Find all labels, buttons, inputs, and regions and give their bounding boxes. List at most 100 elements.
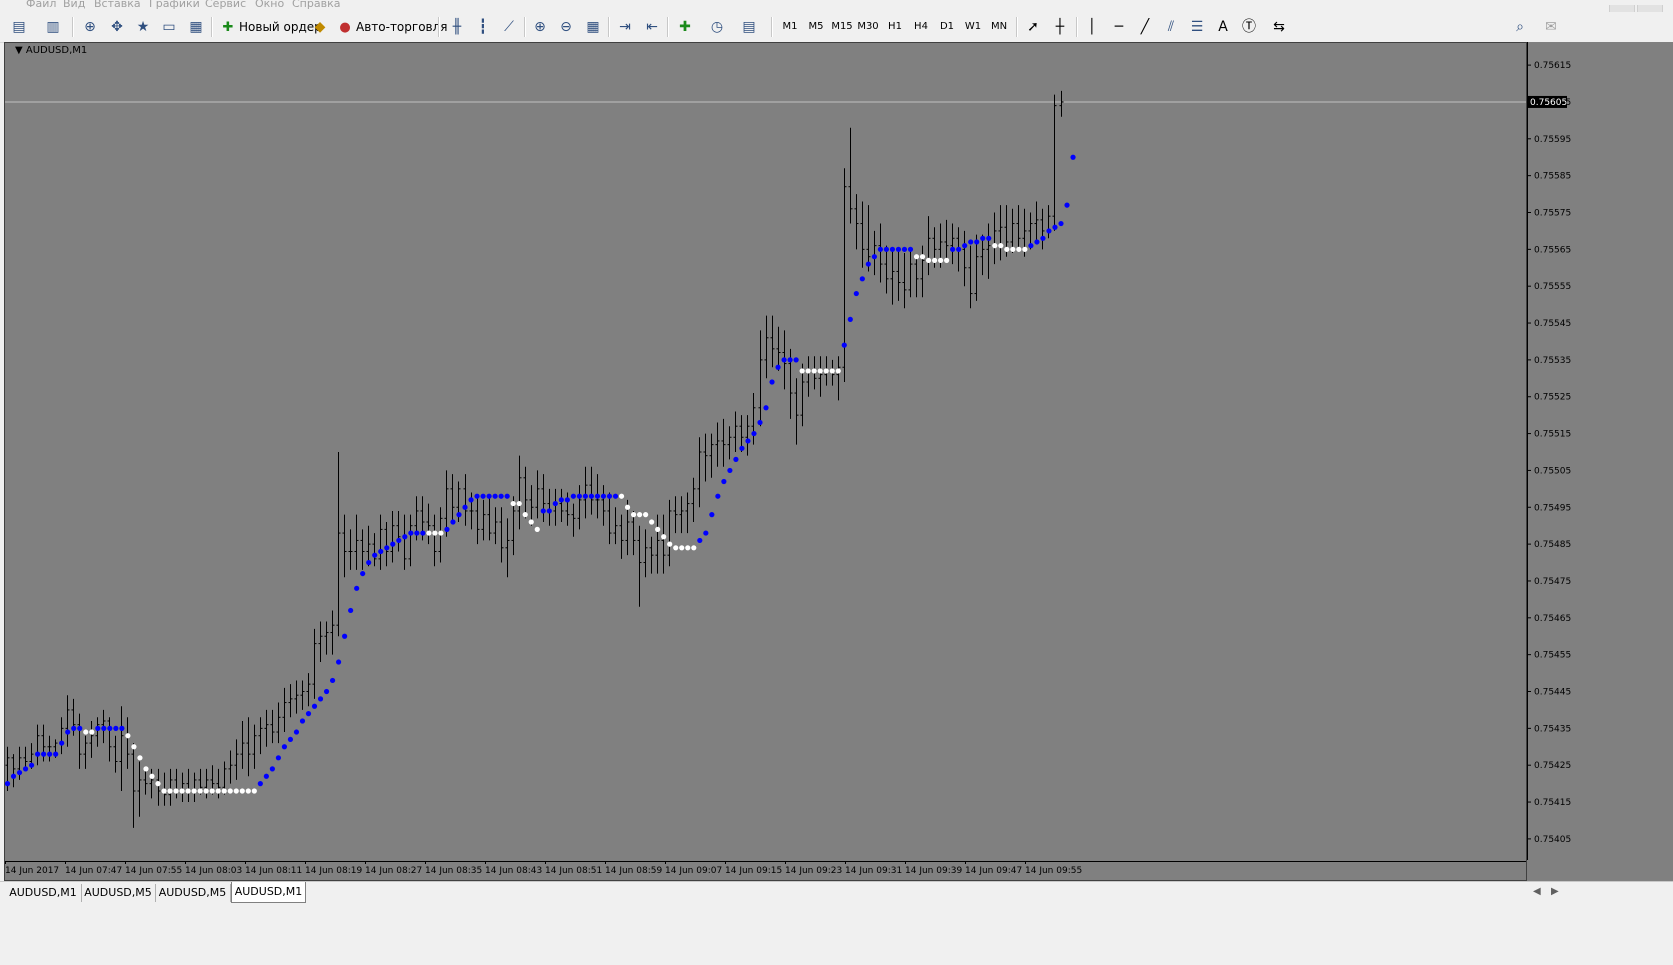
ohlc-bar <box>59 717 64 755</box>
indicator-dot-up <box>612 493 619 499</box>
market-watch-icon[interactable]: ⊕ <box>79 16 101 38</box>
indicator-dot-up <box>962 243 968 249</box>
indicator-dot-up <box>65 729 71 735</box>
indicator-dot-up <box>113 725 119 731</box>
tab-audusd-m5-2[interactable]: AUDUSD,M5 <box>155 884 231 902</box>
indicator-dot-up <box>769 379 775 385</box>
zoom-in-icon[interactable]: ⊕ <box>529 16 551 38</box>
indicator-dot-up <box>751 430 757 437</box>
terminal-icon[interactable]: ▭ <box>158 16 180 38</box>
indicator-dot-down <box>618 493 625 499</box>
timeframe-h4[interactable]: H4 <box>910 17 932 37</box>
price-tick-label: 0.75485 <box>1534 540 1571 550</box>
search-icon[interactable]: ⌕ <box>1509 16 1531 38</box>
ohlc-bar <box>1034 201 1039 242</box>
indicator-dot-down <box>438 530 444 536</box>
price-tick-label: 0.75575 <box>1534 208 1571 218</box>
tab-scroll-right-icon[interactable]: ▶ <box>1551 886 1559 897</box>
ohlc-bar <box>842 168 847 382</box>
fibonacci-icon[interactable]: ☰ <box>1186 16 1208 38</box>
candlestick-icon[interactable]: ┇ <box>472 16 494 38</box>
strategy-tester-icon[interactable]: ▦ <box>185 16 207 38</box>
ohlc-bar <box>463 474 468 526</box>
ohlc-bar <box>667 499 672 567</box>
indicator-dot-down <box>528 519 534 525</box>
templates-icon[interactable]: ▤ <box>738 16 760 38</box>
text-label-icon[interactable]: Ⓣ <box>1238 16 1260 38</box>
menu-window[interactable]: Окно <box>255 0 284 10</box>
periods-icon[interactable]: ◷ <box>706 16 728 38</box>
auto-scroll-icon[interactable]: ⇥ <box>614 16 636 38</box>
ohlc-bar <box>745 415 750 456</box>
menu-view[interactable]: Вид <box>63 0 85 10</box>
trendline-icon[interactable]: ╱ <box>1134 16 1156 38</box>
chart-canvas: 14 Jun 2017 14 Jun 07:47 14 Jun 07:55 14 Ju… <box>5 90 1526 876</box>
tab-scroll-left-icon[interactable]: ◀ <box>1533 886 1541 897</box>
price-axis[interactable]: 0.75615 0.75605 0.75595 0.75585 0.75575 0.755… <box>1527 42 1673 881</box>
ohlc-bar <box>89 720 94 758</box>
ohlc-bar <box>721 418 726 467</box>
menu-help[interactable]: Справка <box>292 0 340 10</box>
chart-shift-icon[interactable]: ⇤ <box>641 16 663 38</box>
indicators-icon[interactable]: ✚ <box>674 16 696 38</box>
price-chart[interactable]: 14 Jun 2017 14 Jun 07:47 14 Jun 07:55 14 Ju… <box>4 42 1527 881</box>
indicator-dot-up <box>859 276 865 282</box>
cursor-icon[interactable]: ➚ <box>1022 16 1044 38</box>
maximize-button[interactable] <box>1637 5 1663 12</box>
menu-file[interactable]: Файл <box>26 0 56 10</box>
ohlc-bar <box>878 223 883 283</box>
ohlc-bar <box>131 743 136 828</box>
ohlc-bar <box>505 518 510 578</box>
metaeditor-icon[interactable]: ◆ <box>309 16 331 38</box>
zoom-out-icon[interactable]: ⊖ <box>555 16 577 38</box>
crosshair-icon[interactable]: ┼ <box>1049 16 1071 38</box>
tab-audusd-m1[interactable]: AUDUSD,M1 <box>5 884 82 902</box>
menu-tools[interactable]: Сервис <box>205 0 246 10</box>
ohlc-bar <box>180 772 185 803</box>
ohlc-bar <box>77 713 82 769</box>
indicator-dot-up <box>444 526 450 532</box>
timeframe-h1[interactable]: H1 <box>884 17 906 37</box>
equidistant-channel-icon[interactable]: ⫽ <box>1160 16 1182 38</box>
indicator-dot-up <box>396 537 402 544</box>
indicator-dot-up <box>775 364 781 370</box>
navigator-icon[interactable]: ★ <box>132 16 154 38</box>
indicator-dot-up <box>1064 202 1070 208</box>
text-icon[interactable]: A <box>1212 16 1234 38</box>
indicator-dot-up <box>119 725 125 731</box>
timeframe-m1[interactable]: M1 <box>779 17 801 37</box>
arrows-icon[interactable]: ⇆ <box>1268 16 1290 38</box>
menu-insert[interactable]: Вставка <box>94 0 141 10</box>
timeframe-m30[interactable]: M30 <box>856 17 880 37</box>
bar-chart-icon[interactable]: ╫ <box>446 16 468 38</box>
ohlc-bar <box>848 127 853 224</box>
minimize-button[interactable] <box>1609 5 1635 12</box>
timeframe-m5[interactable]: M5 <box>805 17 827 37</box>
indicator-dot-up <box>372 552 378 558</box>
autotrading-button[interactable]: ● Авто-торговля <box>336 16 447 38</box>
indicator-dot-down <box>83 729 89 735</box>
ohlc-bar <box>186 768 191 803</box>
timeframe-mn[interactable]: MN <box>988 17 1010 37</box>
timeframe-w1[interactable]: W1 <box>962 17 984 37</box>
timeframe-m15[interactable]: M15 <box>830 17 854 37</box>
new-chart-icon[interactable]: ▤ <box>8 16 30 38</box>
timeframe-d1[interactable]: D1 <box>936 17 958 37</box>
ohlc-bar <box>444 470 449 537</box>
tab-audusd-m5[interactable]: AUDUSD,M5 <box>81 884 156 902</box>
line-chart-icon[interactable]: ⟋ <box>498 16 520 38</box>
tab-audusd-m1-active[interactable]: AUDUSD,M1 <box>231 882 306 903</box>
data-window-icon[interactable]: ✥ <box>106 16 128 38</box>
indicator-dot-up <box>378 548 384 555</box>
price-tick-label: 0.75475 <box>1534 577 1571 587</box>
new-order-button[interactable]: ✚ Новый ордер <box>219 16 322 38</box>
indicator-dot-up <box>95 725 101 731</box>
profiles-icon[interactable]: ▥ <box>42 16 64 38</box>
horizontal-line-icon[interactable]: ─ <box>1108 16 1130 38</box>
tile-windows-icon[interactable]: ▦ <box>582 16 604 38</box>
indicator-dot-down <box>1016 246 1022 252</box>
menu-charts[interactable]: Графики <box>149 0 200 10</box>
indicator-dot-down <box>992 243 998 249</box>
vertical-line-icon[interactable]: │ <box>1081 16 1103 38</box>
chat-icon[interactable]: ✉ <box>1540 16 1562 38</box>
